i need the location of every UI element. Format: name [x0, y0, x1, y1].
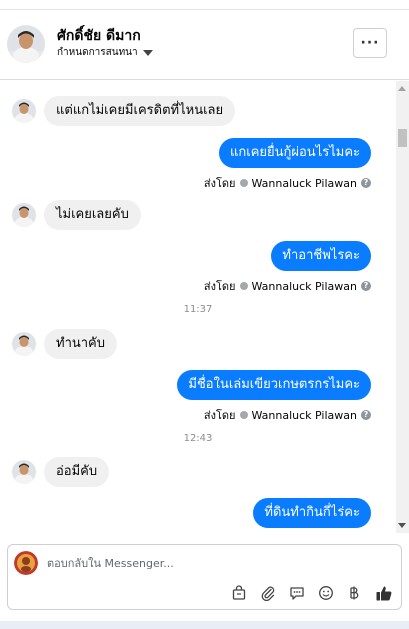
reply-composer [7, 544, 402, 610]
saved-reply-icon[interactable] [287, 583, 307, 603]
window-top-strip [0, 0, 409, 10]
caret-down-icon [142, 50, 153, 56]
incoming-message: ทำนาคับ [12, 329, 118, 359]
thread-scrollbar[interactable] [396, 81, 409, 533]
outgoing-bubble: ทำอาชีพไรคะ [271, 241, 371, 271]
sender-avatar [12, 332, 36, 356]
page-avatar [14, 551, 38, 575]
sent-by-label: ส่งโดย [203, 280, 236, 293]
conversation-schedule-label: กำหนดการสนทนา [57, 47, 138, 58]
sent-by-label: ส่งโดย [203, 409, 236, 422]
like-icon[interactable] [374, 583, 394, 603]
sender-name: Wannaluck Pilawan [251, 176, 358, 190]
incoming-message: อ่อมีคับ [12, 457, 110, 487]
scroll-thumb[interactable] [398, 129, 407, 147]
sender-avatar [12, 203, 36, 227]
incoming-bubble: แต่แกไม่เคยมีเครดิตที่ไหนเลย [44, 96, 236, 126]
scroll-down-arrow-icon[interactable] [398, 523, 406, 528]
sender-name: Wannaluck Pilawan [251, 408, 358, 422]
scroll-up-arrow-icon[interactable] [398, 86, 406, 91]
incoming-message: ไม่เคยเลยคับ [12, 200, 141, 230]
message-thread[interactable]: แต่แกไม่เคยมีเครดิตที่ไหนเลย แกเคยยื่นกู… [0, 81, 396, 533]
paperclip-icon[interactable] [258, 583, 278, 603]
reply-input[interactable] [47, 557, 387, 570]
contact-name[interactable]: ศักดิ์ชัย ดีมาก [57, 25, 141, 47]
composer-toolbar [8, 583, 403, 605]
outgoing-bubble: ที่ดินทำกินกี่ไร่คะ [253, 498, 371, 528]
sent-by-line: ส่งโดย Wannaluck Pilawan ? [204, 174, 371, 192]
outgoing-bubble: แกเคยยื่นกู้ผ่อนไรไมคะ [219, 138, 371, 168]
more-options-button[interactable]: ··· [353, 28, 387, 58]
baht-icon[interactable] [344, 583, 364, 603]
incoming-message: แต่แกไม่เคยมีเครดิตที่ไหนเลย [12, 96, 236, 126]
seen-status-icon [239, 411, 248, 419]
conversation-header: ศักดิ์ชัย ดีมาก กำหนดการสนทนา ··· [0, 10, 409, 80]
emoji-icon[interactable] [316, 583, 336, 603]
sender-avatar [12, 460, 36, 484]
sender-avatar [12, 99, 36, 123]
help-icon[interactable]: ? [361, 281, 371, 291]
contact-avatar[interactable] [7, 25, 45, 63]
sender-name: Wannaluck Pilawan [251, 279, 358, 293]
incoming-bubble: อ่อมีคับ [44, 457, 110, 487]
timestamp-divider: 12:43 [183, 433, 213, 444]
seen-status-icon [239, 282, 248, 290]
incoming-bubble: ทำนาคับ [44, 329, 118, 359]
sent-by-line: ส่งโดย Wannaluck Pilawan ? [204, 406, 371, 424]
bottom-strip [0, 621, 409, 629]
sent-by-label: ส่งโดย [203, 177, 236, 190]
outgoing-bubble: มีชื่อในเล่มเขียวเกษตรกรไมคะ [177, 370, 371, 400]
help-icon[interactable]: ? [361, 178, 371, 188]
incoming-bubble: ไม่เคยเลยคับ [44, 200, 141, 230]
help-icon[interactable]: ? [361, 410, 371, 420]
sent-by-line: ส่งโดย Wannaluck Pilawan ? [204, 277, 371, 295]
conversation-schedule-dropdown[interactable]: กำหนดการสนทนา [57, 45, 153, 60]
seen-status-icon [239, 179, 248, 187]
bag-icon[interactable] [229, 583, 249, 603]
timestamp-divider: 11:37 [183, 304, 213, 315]
